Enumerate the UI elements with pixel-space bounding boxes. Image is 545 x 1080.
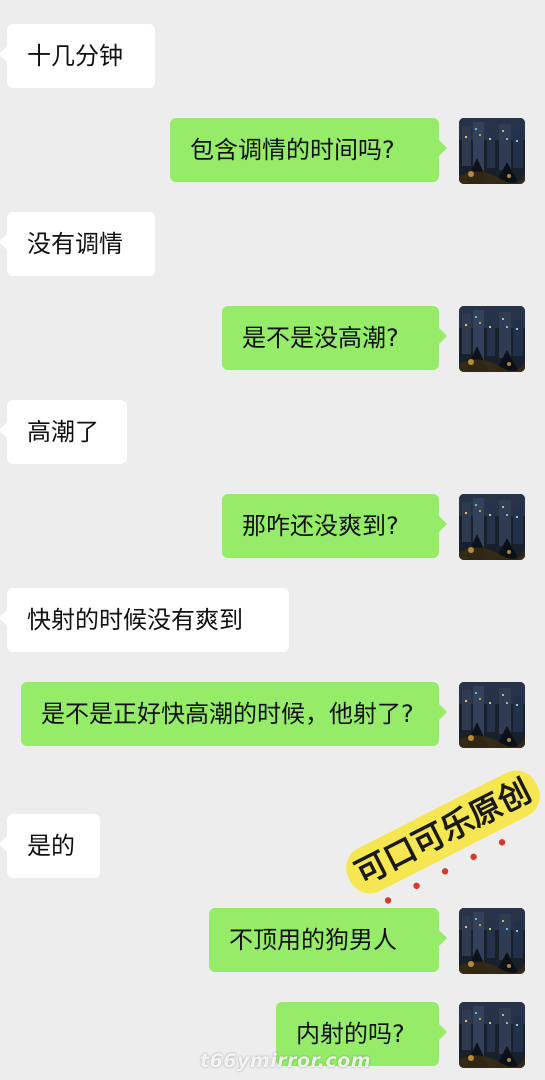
message-text: 是不是没高潮? [242, 324, 399, 352]
incoming-message-bubble[interactable]: 没有调情 [0, 212, 155, 276]
message-text: 不顶用的狗男人 [229, 926, 397, 954]
chat-conversation: 十几分钟 包含调情的时间吗? 没有调情 是不是没高潮? 高潮了 那咋还没爽到? … [0, 0, 545, 1080]
incoming-message-bubble[interactable]: 是的 [0, 814, 100, 878]
outgoing-message-bubble[interactable]: 不顶用的狗男人 [209, 908, 447, 972]
watermark-stamp: 可口可乐原创 [328, 757, 545, 907]
outgoing-message-bubble[interactable]: 是不是没高潮? [222, 306, 447, 370]
message-text: 十几分钟 [27, 42, 123, 70]
watermark-site-text: t66ymirror.com [200, 1050, 372, 1072]
message-text: 高潮了 [27, 418, 99, 446]
incoming-message-bubble[interactable]: 快射的时候没有爽到 [0, 588, 289, 652]
message-text: 那咋还没爽到? [242, 512, 399, 540]
outgoing-message-bubble[interactable]: 是不是正好快高潮的时候，他射了? [21, 682, 447, 746]
user-avatar[interactable] [459, 118, 525, 184]
user-avatar[interactable] [459, 306, 525, 372]
user-avatar[interactable] [459, 682, 525, 748]
user-avatar[interactable] [459, 908, 525, 974]
message-text: 没有调情 [27, 230, 123, 258]
message-text: 是不是正好快高潮的时候，他射了? [41, 700, 414, 728]
incoming-message-bubble[interactable]: 十几分钟 [0, 24, 155, 88]
message-text: 包含调情的时间吗? [190, 136, 395, 164]
stamp-text: 可口可乐原创 [349, 771, 537, 892]
user-avatar[interactable] [459, 494, 525, 560]
message-text: 快射的时候没有爽到 [27, 606, 243, 634]
message-text: 内射的吗? [296, 1020, 405, 1048]
user-avatar[interactable] [459, 1002, 525, 1068]
message-text: 是的 [27, 832, 75, 860]
outgoing-message-bubble[interactable]: 包含调情的时间吗? [170, 118, 447, 182]
outgoing-message-bubble[interactable]: 那咋还没爽到? [222, 494, 447, 558]
incoming-message-bubble[interactable]: 高潮了 [0, 400, 127, 464]
